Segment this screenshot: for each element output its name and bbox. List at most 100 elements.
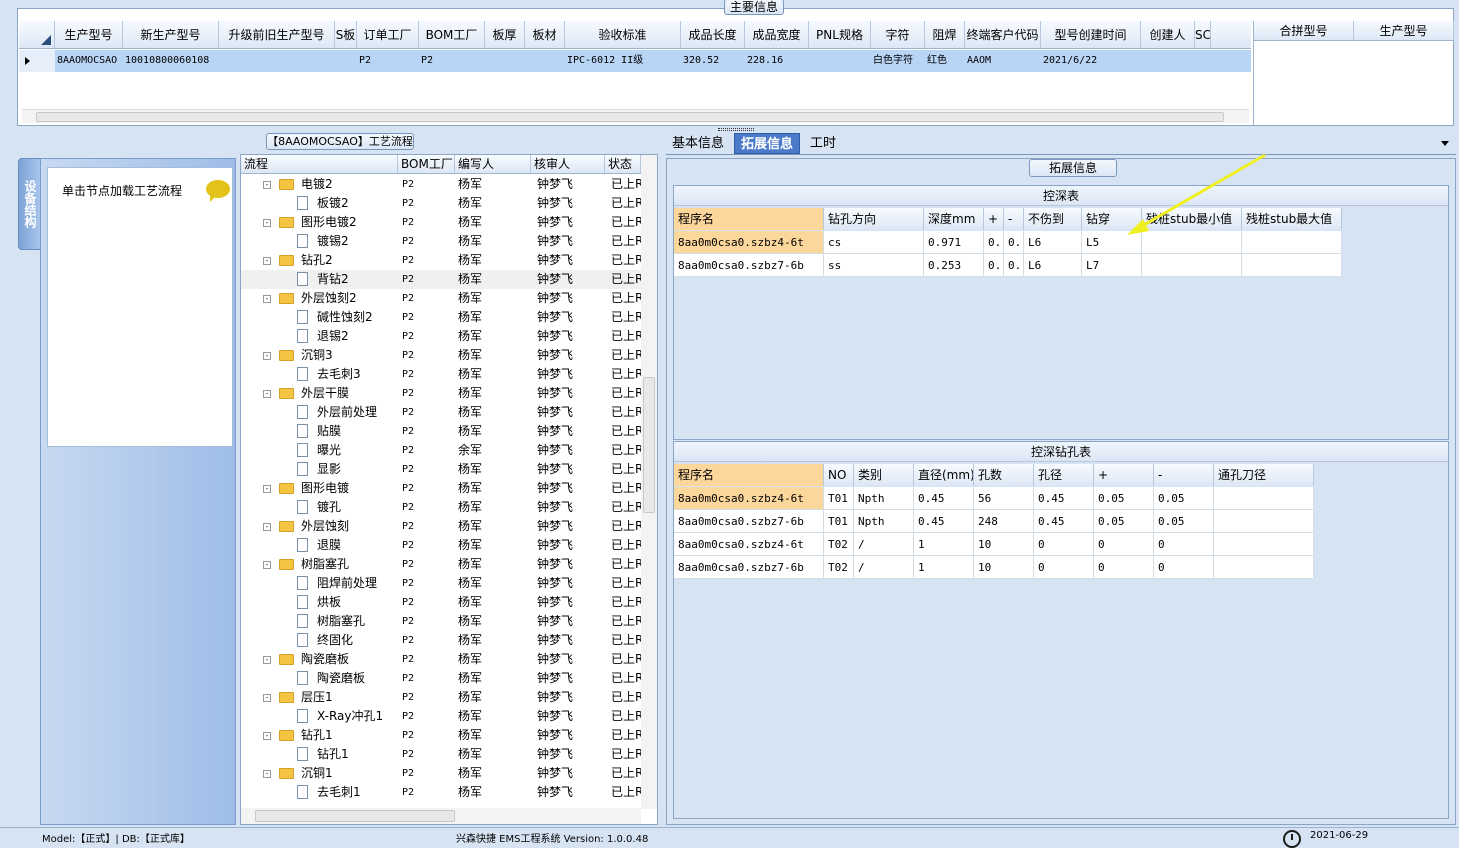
- tree-column-header[interactable]: 核审人: [531, 155, 605, 173]
- table-column-header[interactable]: 类别: [854, 464, 914, 486]
- table-cell[interactable]: T01: [824, 487, 854, 509]
- collapse-icon[interactable]: -: [263, 352, 271, 360]
- tree-node[interactable]: 陶瓷磨板: [241, 669, 398, 688]
- table-cell[interactable]: Npth: [854, 510, 914, 532]
- column-header[interactable]: SC: [1195, 21, 1211, 48]
- column-header[interactable]: 终端客户代码: [965, 21, 1041, 48]
- tree-node[interactable]: - 外层蚀刻2: [241, 289, 398, 308]
- table-cell[interactable]: 56: [974, 487, 1034, 509]
- tree-node[interactable]: - 钻孔2: [241, 251, 398, 270]
- tree-row[interactable]: X-Ray冲孔1 P2 杨军 钟梦飞 已上R: [241, 707, 641, 726]
- tree-node[interactable]: 背钻2: [241, 270, 398, 289]
- table-cell[interactable]: 0: [1154, 556, 1214, 578]
- table-cell[interactable]: [1214, 533, 1314, 555]
- table-cell[interactable]: 0: [1094, 556, 1154, 578]
- table-cell[interactable]: /: [854, 556, 914, 578]
- tree-row[interactable]: 退膜 P2 杨军 钟梦飞 已上R: [241, 536, 641, 555]
- grid-cell[interactable]: [335, 50, 357, 72]
- table-cell[interactable]: 8aa0m0csa0.szbz4-6t: [674, 231, 824, 253]
- tree-row[interactable]: 曝光 P2 余军 钟梦飞 已上R: [241, 441, 641, 460]
- main-grid-hscrollbar[interactable]: [22, 109, 1249, 123]
- tree-row[interactable]: 树脂塞孔 P2 杨军 钟梦飞 已上R: [241, 612, 641, 631]
- collapse-icon[interactable]: -: [263, 219, 271, 227]
- grid-cell[interactable]: [485, 50, 525, 72]
- table-cell[interactable]: 0.253: [924, 254, 984, 276]
- tree-row[interactable]: - 图形电镀2 P2 杨军 钟梦飞 已上R: [241, 213, 641, 232]
- tree-row[interactable]: 板镀2 P2 杨军 钟梦飞 已上R: [241, 194, 641, 213]
- table-cell[interactable]: ss: [824, 254, 924, 276]
- tree-node[interactable]: - 外层干膜: [241, 384, 398, 403]
- tree-node[interactable]: - 沉铜1: [241, 764, 398, 783]
- chevron-down-icon[interactable]: [1441, 141, 1449, 146]
- table-cell[interactable]: L6: [1024, 254, 1082, 276]
- table-cell[interactable]: Npth: [854, 487, 914, 509]
- table-cell[interactable]: 10: [974, 556, 1034, 578]
- table-cell[interactable]: /: [854, 533, 914, 555]
- table-cell[interactable]: 0.05: [1094, 487, 1154, 509]
- table-cell[interactable]: [1214, 556, 1314, 578]
- table-cell[interactable]: 8aa0m0csa0.szbz7-6b: [674, 510, 824, 532]
- column-header[interactable]: 成品宽度: [745, 21, 809, 48]
- tree-vscrollbar[interactable]: [641, 155, 657, 809]
- grid-cell[interactable]: 红色: [925, 50, 965, 72]
- table-cell[interactable]: 0: [1154, 533, 1214, 555]
- grid-corner[interactable]: [19, 21, 55, 48]
- grid-cell[interactable]: [1195, 50, 1211, 72]
- tree-row[interactable]: 碱性蚀刻2 P2 杨军 钟梦飞 已上R: [241, 308, 641, 327]
- tree-node[interactable]: 阻焊前处理: [241, 574, 398, 593]
- tree-row[interactable]: - 陶瓷磨板 P2 杨军 钟梦飞 已上R: [241, 650, 641, 669]
- table-cell[interactable]: 0..: [984, 231, 1004, 253]
- collapse-icon[interactable]: -: [263, 770, 271, 778]
- tab-device-structure[interactable]: 设备结构: [18, 158, 42, 250]
- tree-row[interactable]: 阻焊前处理 P2 杨军 钟梦飞 已上R: [241, 574, 641, 593]
- table-row[interactable]: 8aa0m0csa0.szbz7-6bss0.2530..0..L6L7: [674, 254, 1342, 277]
- tree-column-header[interactable]: 流程: [241, 155, 398, 173]
- column-header[interactable]: 创建人: [1141, 21, 1195, 48]
- grid-cell[interactable]: [809, 50, 871, 72]
- tree-node[interactable]: - 陶瓷磨板: [241, 650, 398, 669]
- tree-row[interactable]: - 沉铜1 P2 杨军 钟梦飞 已上R: [241, 764, 641, 783]
- tree-row[interactable]: 去毛刺1 P2 杨军 钟梦飞 已上R: [241, 783, 641, 802]
- table-row[interactable]: 8aa0m0csa0.szbz4-6t T01 Npth 0.45 56 0.45 0.05…: [674, 487, 1314, 510]
- collapse-icon[interactable]: -: [263, 732, 271, 740]
- column-header[interactable]: BOM工厂: [419, 21, 485, 48]
- table-cell[interactable]: 0.45: [1034, 487, 1094, 509]
- tree-hscrollbar[interactable]: [241, 808, 641, 824]
- tree-column-header[interactable]: 编写人: [455, 155, 531, 173]
- grid-cell[interactable]: 2021/6/22: [1041, 50, 1141, 72]
- collapse-icon[interactable]: -: [263, 523, 271, 531]
- table-cell[interactable]: 248: [974, 510, 1034, 532]
- grid-cell[interactable]: 228.16: [745, 50, 809, 72]
- table-column-header[interactable]: -: [1154, 464, 1214, 486]
- table-cell[interactable]: cs: [824, 231, 924, 253]
- tree-row[interactable]: 镀锡2 P2 杨军 钟梦飞 已上R: [241, 232, 641, 251]
- tree-node[interactable]: 去毛刺1: [241, 783, 398, 802]
- main-grid-row[interactable]: 8AAOMOCSAO 10010800060108 P2 P2 IPC-6012 II级…: [19, 50, 1251, 72]
- tree-node[interactable]: - 外层蚀刻: [241, 517, 398, 536]
- table-cell[interactable]: 0..: [1004, 231, 1024, 253]
- tree-node[interactable]: - 电镀2: [241, 175, 398, 194]
- tree-node[interactable]: 钻孔1: [241, 745, 398, 764]
- tree-node[interactable]: 贴膜: [241, 422, 398, 441]
- table-cell[interactable]: 8aa0m0csa0.szbz4-6t: [674, 533, 824, 555]
- tree-row[interactable]: 背钻2 P2 杨军 钟梦飞 已上R: [241, 270, 641, 289]
- collapse-icon[interactable]: -: [263, 694, 271, 702]
- table-cell[interactable]: 10: [974, 533, 1034, 555]
- tree-row[interactable]: - 钻孔2 P2 杨军 钟梦飞 已上R: [241, 251, 641, 270]
- sidebar-content[interactable]: 单击节点加载工艺流程: [47, 167, 233, 447]
- table-column-header[interactable]: 不伤到: [1024, 208, 1082, 230]
- table-cell[interactable]: 0.45: [1034, 510, 1094, 532]
- tree-row[interactable]: - 外层蚀刻2 P2 杨军 钟梦飞 已上R: [241, 289, 641, 308]
- grid-cell[interactable]: 8AAOMOCSAO: [55, 50, 123, 72]
- grid-cell[interactable]: 320.52: [681, 50, 745, 72]
- column-header[interactable]: 字符: [871, 21, 925, 48]
- tree-node[interactable]: - 树脂塞孔: [241, 555, 398, 574]
- table-cell[interactable]: 0.971: [924, 231, 984, 253]
- table-cell[interactable]: 1: [914, 556, 974, 578]
- table-column-header[interactable]: +: [984, 208, 1004, 230]
- tree-node[interactable]: - 沉铜3: [241, 346, 398, 365]
- column-header[interactable]: 订单工厂: [357, 21, 419, 48]
- table-cell[interactable]: 0..: [984, 254, 1004, 276]
- tree-node[interactable]: 镀孔: [241, 498, 398, 517]
- tree-column-header[interactable]: BOM工厂: [398, 155, 455, 173]
